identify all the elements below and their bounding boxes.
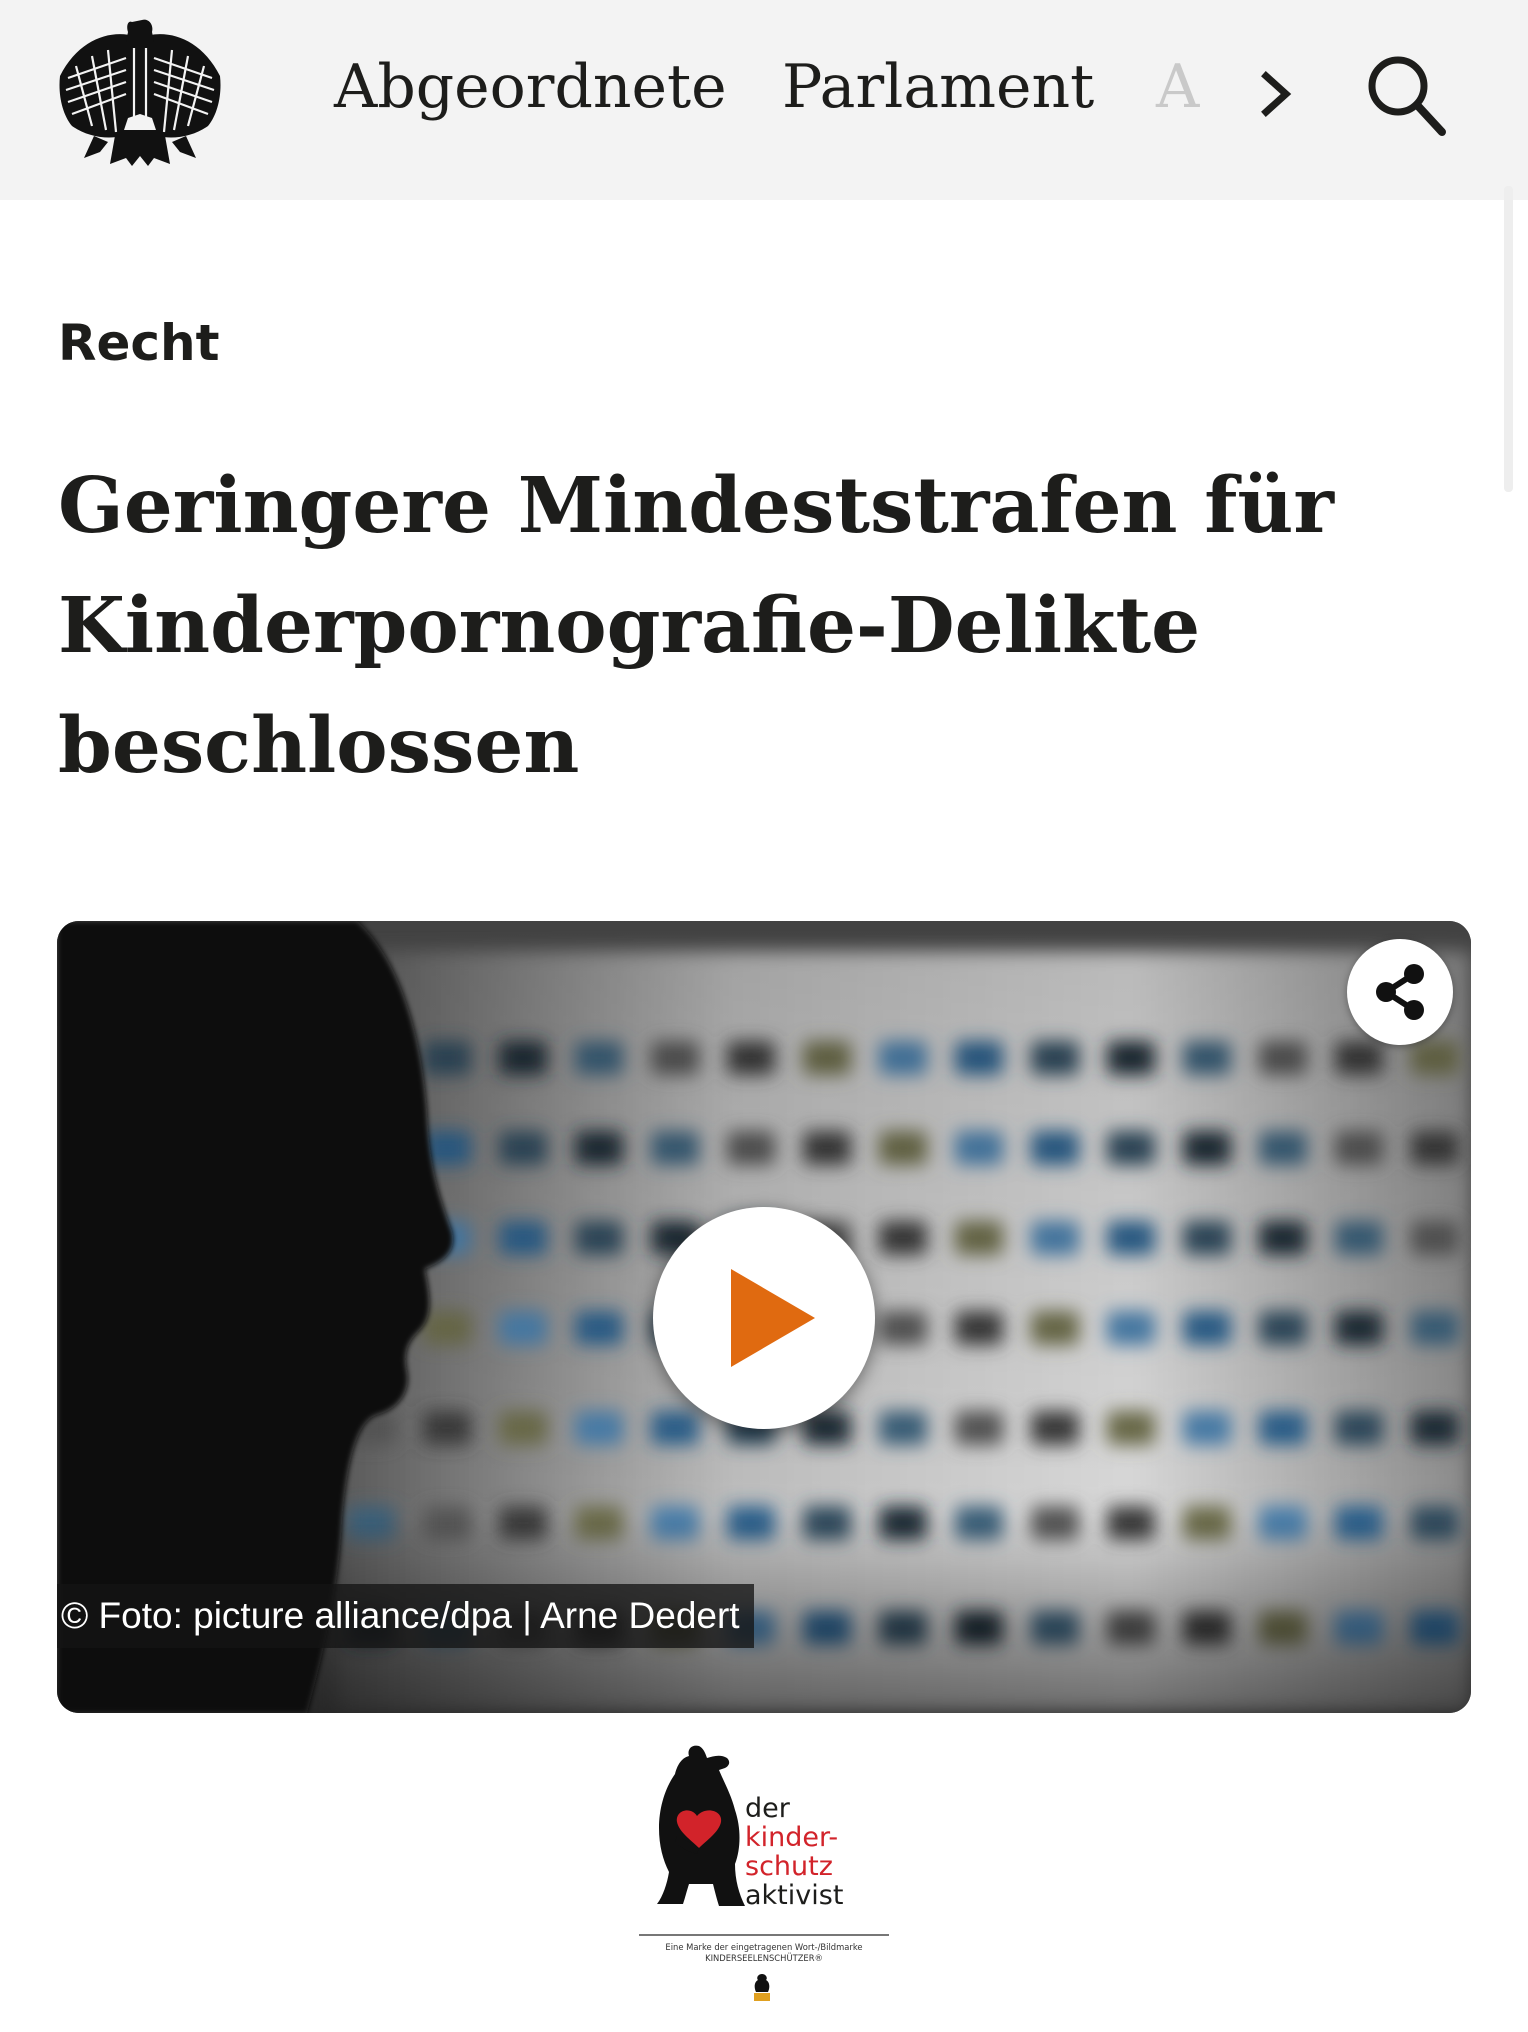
- search-icon[interactable]: [1364, 50, 1448, 140]
- trademark-line: Eine Marke der eingetragenen Wort-/Bildm…: [665, 1942, 863, 1952]
- mini-brand-icon: [754, 1974, 770, 2001]
- trademark-line: KINDERSEELENSCHÜTZER®: [705, 1953, 823, 1963]
- headline-line: beschlossen: [58, 701, 580, 791]
- top-navigation-bar: Abgeordnete Parlament A: [0, 0, 1528, 200]
- bear-with-heart-icon: [657, 1745, 745, 1906]
- video-player[interactable]: © Foto: picture alliance/dpa | Arne Dede…: [57, 921, 1471, 1713]
- bundesadler-logo-icon[interactable]: [56, 18, 224, 166]
- headline-line: Geringere Mindeststrafen für: [58, 461, 1334, 551]
- kinderschutz-aktivist-logo: der kinder- schutz aktivist Eine Marke d…: [611, 1724, 917, 2002]
- play-button[interactable]: [653, 1207, 875, 1429]
- share-button[interactable]: [1347, 939, 1453, 1045]
- page-scrollbar[interactable]: [1504, 186, 1513, 492]
- article-headline: Geringere Mindeststrafen für Kinderporno…: [58, 446, 1378, 806]
- share-icon: [1376, 964, 1424, 1020]
- chevron-right-icon[interactable]: [1252, 64, 1302, 124]
- logo-divider: [639, 1934, 889, 1936]
- article-category[interactable]: Recht: [58, 314, 220, 372]
- logo-word: kinder-: [745, 1822, 839, 1853]
- logo-word: aktivist: [745, 1880, 844, 1911]
- photo-credit: © Foto: picture alliance/dpa | Arne Dede…: [57, 1584, 754, 1648]
- logo-wordmark: der kinder- schutz aktivist: [745, 1794, 843, 1910]
- nav-abgeordnete[interactable]: Abgeordnete: [334, 52, 727, 122]
- logo-word: schutz: [745, 1851, 833, 1882]
- trademark-note: Eine Marke der eingetragenen Wort-/Bildm…: [631, 1942, 897, 1964]
- play-icon: [731, 1269, 815, 1367]
- headline-line: Kinderpornografie-Delikte: [58, 581, 1201, 671]
- nav-parlament[interactable]: Parlament: [782, 52, 1094, 122]
- nav-truncated-item[interactable]: A: [1156, 52, 1199, 122]
- logo-word: der: [745, 1793, 790, 1824]
